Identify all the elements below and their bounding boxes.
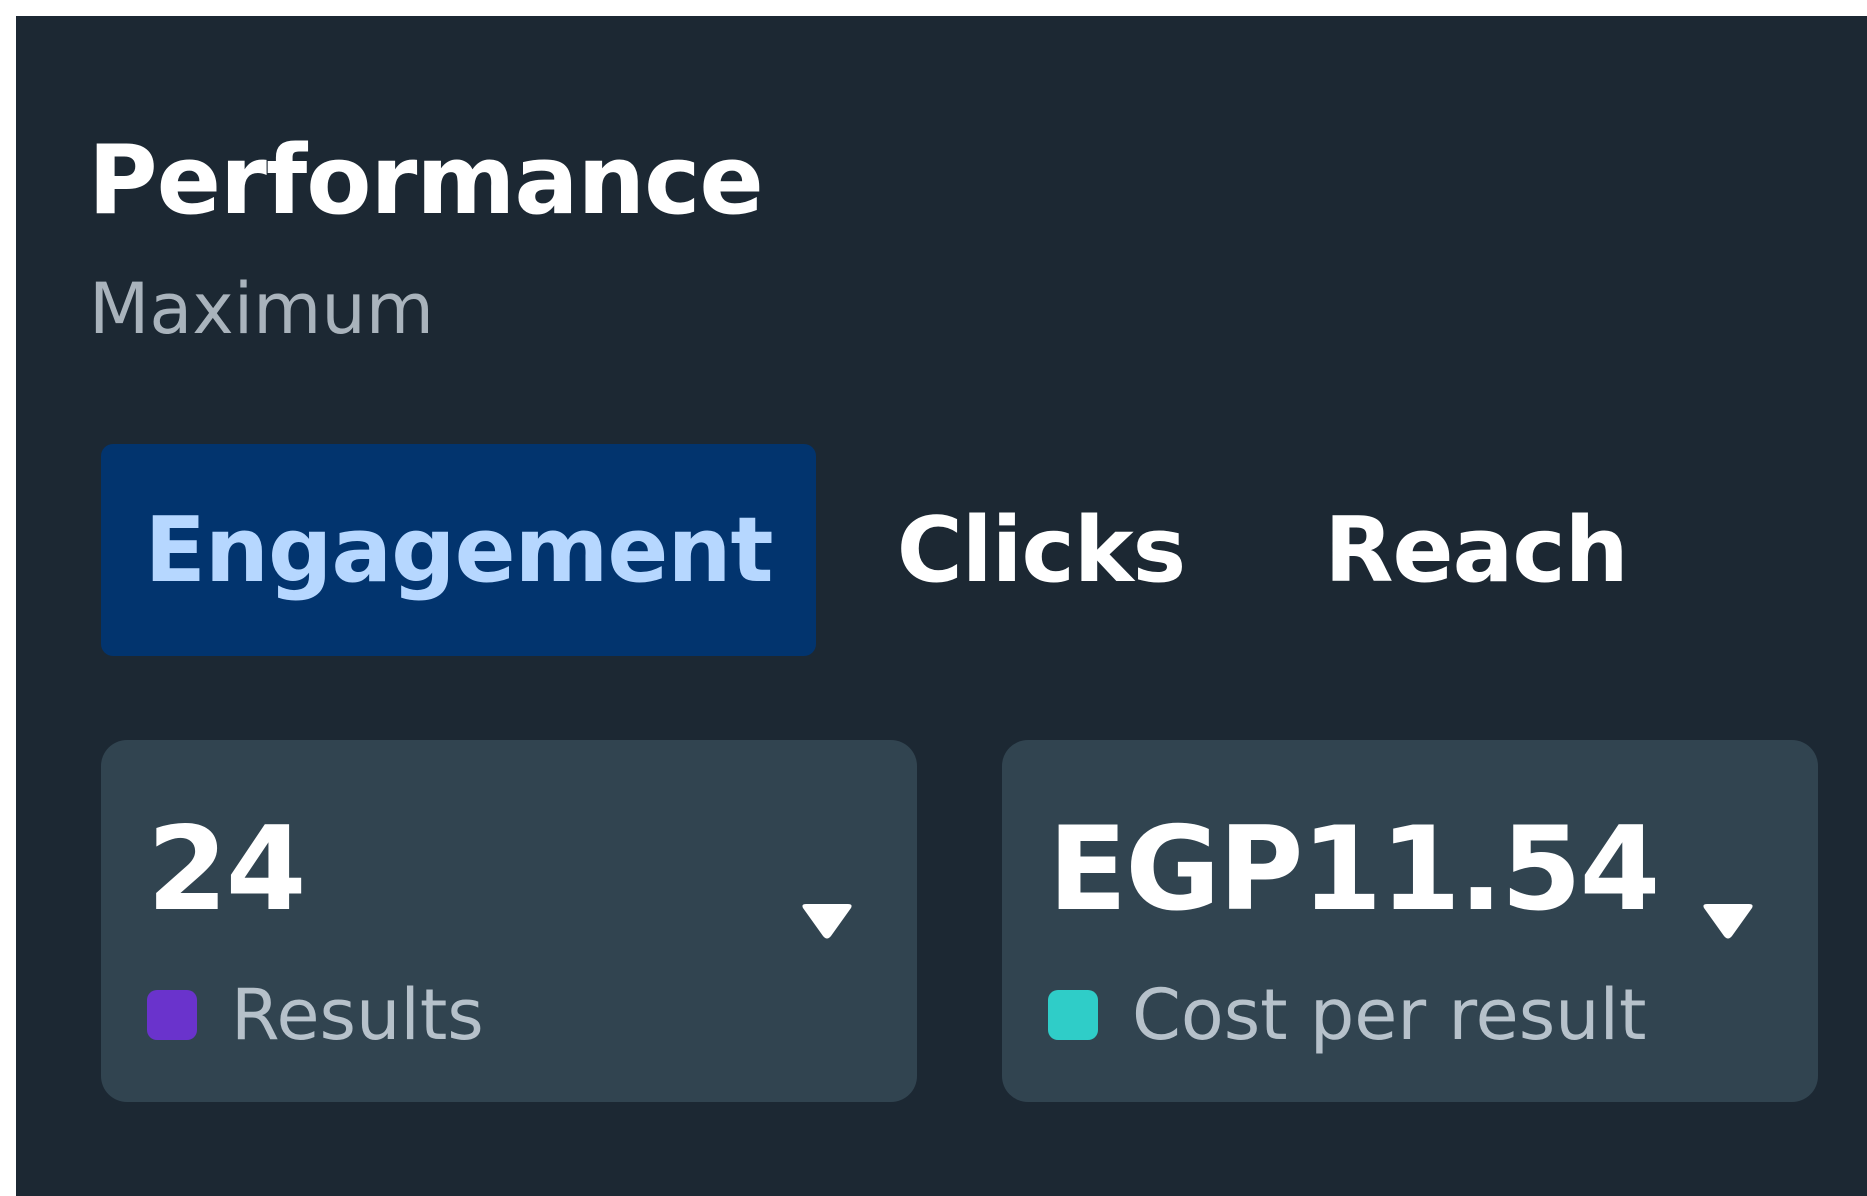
page-subtitle: Maximum — [89, 268, 434, 350]
chevron-down-icon[interactable] — [797, 900, 857, 944]
metric-label-row-cost-per-result: Cost per result — [1048, 970, 1646, 1060]
metric-value-results: 24 — [147, 802, 306, 937]
tab-reach[interactable]: Reach — [1316, 444, 1636, 656]
chevron-down-icon[interactable] — [1698, 900, 1758, 944]
metric-card-results[interactable]: 24 Results — [101, 740, 917, 1102]
tab-clicks[interactable]: Clicks — [886, 444, 1196, 656]
metric-label-row-results: Results — [147, 970, 484, 1060]
metric-value-cost-per-result: EGP11.54 — [1048, 802, 1660, 937]
legend-swatch-results — [147, 990, 197, 1040]
metric-card-cost-per-result[interactable]: EGP11.54 Cost per result — [1002, 740, 1818, 1102]
tab-reach-label: Reach — [1324, 497, 1628, 603]
performance-panel: Performance Maximum Engagement Clicks Re… — [16, 16, 1867, 1196]
tab-engagement[interactable]: Engagement — [101, 444, 816, 656]
tab-engagement-label: Engagement — [144, 497, 773, 603]
metric-label-cost-per-result: Cost per result — [1132, 974, 1647, 1056]
metric-label-results: Results — [231, 974, 484, 1056]
tab-clicks-label: Clicks — [896, 497, 1187, 603]
legend-swatch-cost-per-result — [1048, 990, 1098, 1040]
page-title: Performance — [88, 126, 764, 236]
